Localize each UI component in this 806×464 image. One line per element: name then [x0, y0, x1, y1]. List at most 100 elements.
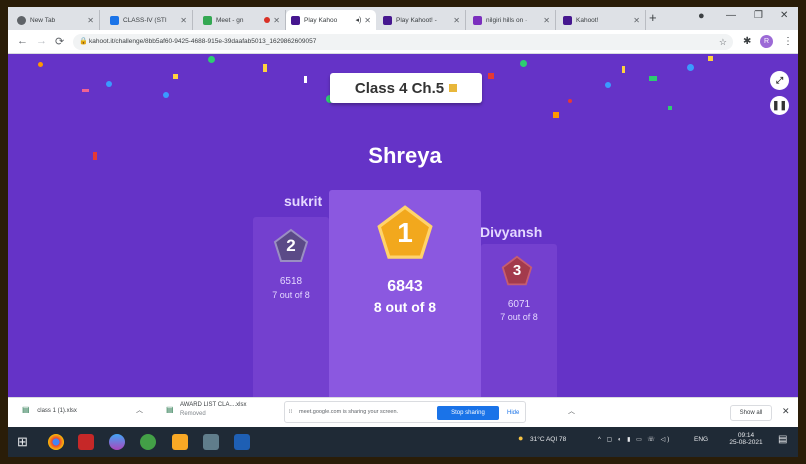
chevron-up-icon[interactable]: ︿ [568, 406, 575, 416]
confetti [605, 82, 611, 88]
download-item-1[interactable]: ▤ class 1 (1).xlsx ︿ [22, 405, 152, 414]
app-window-taskbar-icon[interactable] [203, 434, 219, 450]
winner-name: Shreya [368, 143, 442, 168]
confetti [520, 60, 527, 67]
confetti [106, 81, 112, 87]
excel-file-icon: ▤ [166, 405, 174, 414]
meet-icon [203, 15, 212, 25]
confetti [163, 92, 169, 98]
screen: New Tab ✕ CLASS-IV (STI ✕ Meet - gn ✕ Pl… [8, 7, 798, 457]
confetti [208, 56, 215, 63]
language-indicator[interactable]: ENG [694, 436, 708, 443]
word-taskbar-icon[interactable] [234, 434, 250, 450]
tab-strip: New Tab ✕ CLASS-IV (STI ✕ Meet - gn ✕ Pl… [8, 7, 798, 30]
excel-file-icon: ▤ [22, 405, 30, 414]
title-accent [449, 84, 458, 92]
notifications-icon[interactable]: ▤ [778, 434, 787, 445]
menu-icon[interactable]: ⋮ [783, 36, 793, 47]
close-icon[interactable]: ✕ [633, 16, 640, 25]
chevron-up-icon[interactable]: ︿ [136, 405, 143, 415]
new-tab-button[interactable]: + [649, 11, 657, 25]
first-correct: 8 out of 8 [373, 299, 437, 315]
tab-play-kahoot-active[interactable]: Play Kahoo ◂) ✕ [286, 10, 376, 30]
app-taskbar-icon[interactable] [140, 434, 156, 450]
system-tray-icons[interactable]: ^ ▢ ◐ ▮ ▭ ☏ ◁) [598, 436, 671, 443]
back-button[interactable]: ← [17, 35, 28, 47]
podium-second: 2 6518 7 out of 8 [253, 217, 329, 397]
podium-third: 3 6071 7 out of 8 [481, 244, 557, 397]
third-score: 6071 [507, 299, 531, 310]
close-icon[interactable]: ✕ [180, 16, 187, 25]
forward-button[interactable]: → [36, 35, 47, 47]
monitor-frame: New Tab ✕ CLASS-IV (STI ✕ Meet - gn ✕ Pl… [0, 0, 806, 464]
acrobat-taskbar-icon[interactable] [78, 434, 94, 450]
confetti [622, 66, 625, 73]
close-window-button[interactable]: ✕ [780, 10, 788, 21]
rank-3-badge: 3 [501, 255, 533, 287]
speaker-icon: ◂) [355, 17, 362, 24]
close-icon[interactable]: ✕ [364, 16, 371, 25]
file-explorer-taskbar-icon[interactable] [172, 434, 188, 450]
avatar[interactable]: R [760, 35, 773, 48]
clock[interactable]: 09:14 25-08-2021 [726, 432, 766, 446]
windows-start-icon[interactable]: ⊞ [17, 434, 28, 450]
confetti [553, 112, 559, 118]
profile-circle-icon[interactable]: ● [698, 10, 705, 22]
close-icon[interactable]: ✕ [782, 406, 790, 417]
second-place-name: sukrit [284, 193, 323, 209]
chrome-icon [17, 15, 26, 25]
first-score: 6843 [387, 278, 423, 295]
extensions-icon[interactable]: ✱ [743, 36, 751, 47]
rank-1-badge: 1 [375, 204, 435, 262]
tab-class-iv[interactable]: CLASS-IV (STI ✕ [105, 10, 193, 30]
third-place-name: Divyansh [480, 224, 543, 240]
kahoot-icon [291, 15, 300, 25]
second-correct: 7 out of 8 [272, 290, 310, 300]
quiz-title-box: Class 4 Ch.5 [330, 73, 482, 103]
url-text: kahoot.it/challenge/8bb5af60-9425-4688-9… [89, 38, 317, 45]
hide-button[interactable]: Hide [507, 406, 519, 420]
recording-icon [264, 17, 271, 23]
paint-taskbar-icon[interactable] [109, 434, 125, 450]
screen-share-notice: ⁞⁞ meet.google.com is sharing your scree… [284, 401, 526, 423]
address-bar[interactable]: 🔒 kahoot.it/challenge/8bb5af60-9425-4688… [73, 34, 733, 50]
confetti [708, 56, 713, 61]
kahoot-icon [563, 15, 572, 25]
restore-button[interactable]: ❐ [754, 10, 763, 21]
second-score: 6518 [279, 276, 303, 287]
download-bar: ▤ class 1 (1).xlsx ︿ ▤ AWARD LIST CLA...… [8, 397, 798, 427]
confetti [568, 99, 572, 103]
close-icon[interactable]: ✕ [543, 16, 550, 25]
reload-button[interactable]: ⟳ [55, 35, 64, 48]
confetti [687, 64, 694, 71]
weather-sun-icon: ● [518, 433, 524, 443]
stop-sharing-button[interactable]: Stop sharing [437, 406, 499, 420]
lock-icon: 🔒 [79, 38, 88, 45]
confetti [82, 89, 89, 92]
close-icon[interactable]: ✕ [87, 16, 94, 25]
confetti [93, 152, 97, 160]
tab-meet[interactable]: Meet - gn ✕ [198, 10, 286, 30]
tab-new-tab[interactable]: New Tab ✕ [12, 10, 100, 30]
show-all-button[interactable]: Show all [730, 405, 772, 421]
tab-nilgiri[interactable]: nilgiri hills on · ✕ [468, 10, 556, 30]
share-indicator-icon: ⁞⁞ [289, 409, 293, 415]
tab-kahoot[interactable]: Kahoot! ✕ [558, 10, 646, 30]
kahoot-podium-page: Class 4 Ch.5 ⤢ ❚❚ Shreya sukrit 2 6518 7… [8, 54, 798, 397]
close-icon[interactable]: ✕ [453, 16, 460, 25]
weather-text[interactable]: 31°C AQI 78 [530, 436, 566, 443]
podium-first: 1 6843 8 out of 8 [329, 190, 481, 397]
pause-music-button[interactable]: ❚❚ [770, 96, 789, 115]
minimize-button[interactable]: — [726, 10, 736, 21]
bookmark-star-icon[interactable]: ☆ [719, 34, 727, 50]
tab-play-kahoot-2[interactable]: Play Kahoot! - ✕ [378, 10, 466, 30]
quiz-title: Class 4 Ch.5 [354, 79, 445, 97]
rank-2-badge: 2 [273, 228, 309, 264]
confetti [263, 64, 267, 72]
close-icon[interactable]: ✕ [273, 16, 280, 25]
browser-toolbar: ← → ⟳ 🔒 kahoot.it/challenge/8bb5af60-942… [8, 30, 798, 54]
fullscreen-button[interactable]: ⤢ [770, 71, 789, 90]
classroom-icon [110, 15, 119, 25]
third-correct: 7 out of 8 [500, 312, 538, 322]
chrome-taskbar-icon[interactable] [48, 434, 64, 450]
